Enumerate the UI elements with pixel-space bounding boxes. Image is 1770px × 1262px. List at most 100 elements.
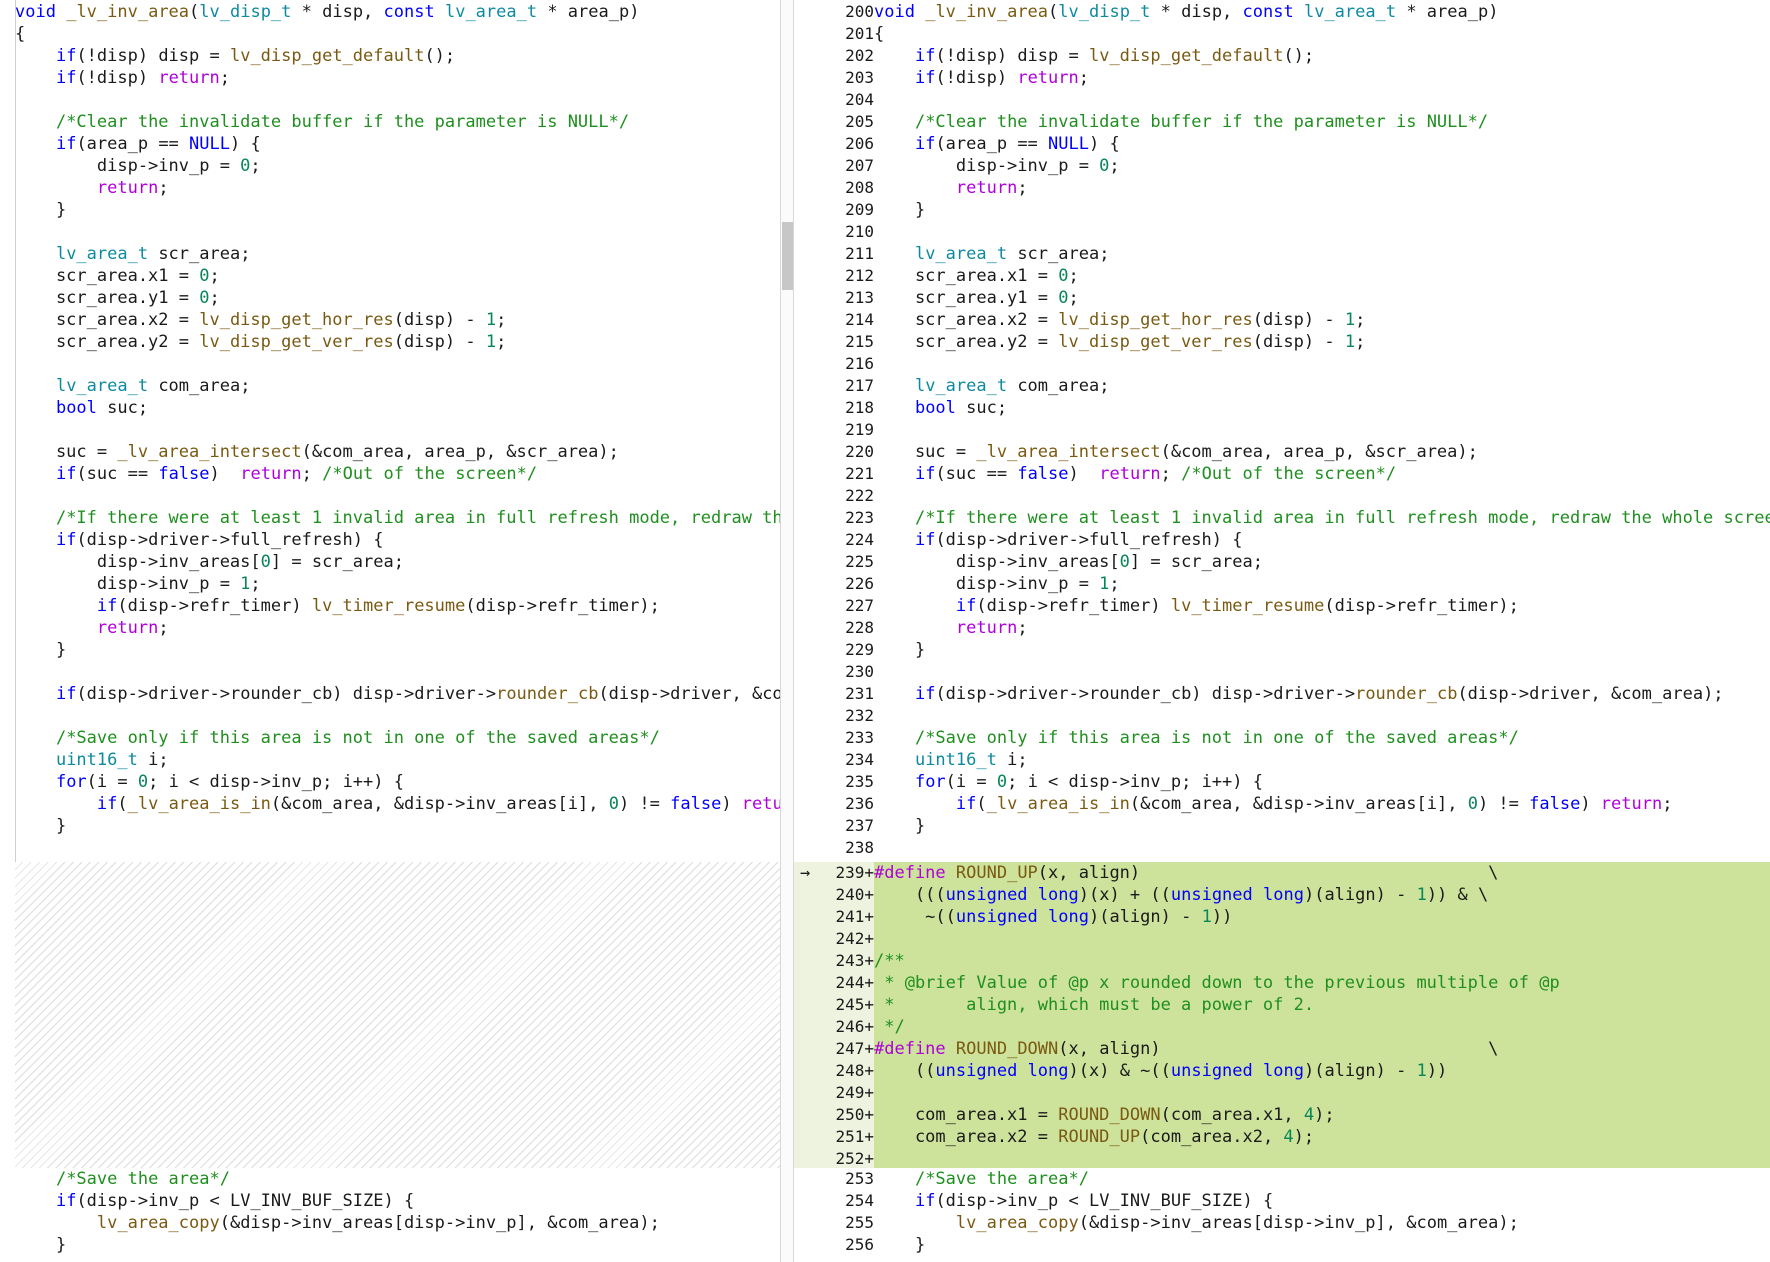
code-line[interactable] bbox=[0, 661, 780, 683]
added-code-line[interactable]: 251+ com_area.x2 = ROUND_UP(com_area.x2,… bbox=[794, 1126, 1770, 1148]
code-line[interactable]: 237 } bbox=[794, 815, 1770, 837]
code-line[interactable] bbox=[0, 353, 780, 375]
code-line[interactable]: 227 if(disp->refr_timer) lv_timer_resume… bbox=[794, 595, 1770, 617]
code-line[interactable]: if(area_p == NULL) { bbox=[0, 133, 780, 155]
code-line[interactable]: 232 bbox=[794, 705, 1770, 727]
code-line[interactable]: disp->inv_areas[0] = scr_area; bbox=[0, 551, 780, 573]
code-line[interactable]: 218 bool suc; bbox=[794, 397, 1770, 419]
code-line[interactable]: 217 lv_area_t com_area; bbox=[794, 375, 1770, 397]
code-line[interactable]: 213 scr_area.y1 = 0; bbox=[794, 287, 1770, 309]
code-line[interactable]: 205 /*Clear the invalidate buffer if the… bbox=[794, 111, 1770, 133]
code-line[interactable]: 214 scr_area.x2 = lv_disp_get_hor_res(di… bbox=[794, 309, 1770, 331]
code-line[interactable] bbox=[0, 485, 780, 507]
code-line[interactable]: 224 if(disp->driver->full_refresh) { bbox=[794, 529, 1770, 551]
code-line[interactable]: 220 suc = _lv_area_intersect(&com_area, … bbox=[794, 441, 1770, 463]
code-line[interactable]: return; bbox=[0, 617, 780, 639]
code-line[interactable] bbox=[0, 419, 780, 441]
code-line[interactable]: void _lv_inv_area(lv_disp_t * disp, cons… bbox=[0, 1, 780, 23]
code-line[interactable]: /*Clear the invalidate buffer if the par… bbox=[0, 111, 780, 133]
added-code-line[interactable]: 242+ bbox=[794, 928, 1770, 950]
code-line[interactable]: if(!disp) disp = lv_disp_get_default(); bbox=[0, 45, 780, 67]
added-code-line[interactable]: 247+ #define ROUND_DOWN(x, align) \ bbox=[794, 1038, 1770, 1060]
code-line[interactable] bbox=[0, 837, 780, 859]
left-diff-pane[interactable]: void _lv_inv_area(lv_disp_t * disp, cons… bbox=[0, 0, 780, 1262]
code-line[interactable]: 212 scr_area.x1 = 0; bbox=[794, 265, 1770, 287]
code-line[interactable]: return; bbox=[0, 177, 780, 199]
code-line[interactable]: scr_area.y1 = 0; bbox=[0, 287, 780, 309]
code-line[interactable]: scr_area.x1 = 0; bbox=[0, 265, 780, 287]
pane-splitter[interactable] bbox=[780, 0, 794, 1262]
code-line[interactable]: } bbox=[0, 199, 780, 221]
code-line[interactable]: 225 disp->inv_areas[0] = scr_area; bbox=[794, 551, 1770, 573]
code-line[interactable]: if(disp->driver->full_refresh) { bbox=[0, 529, 780, 551]
added-code-line[interactable]: 252+ bbox=[794, 1148, 1770, 1170]
code-line[interactable]: 207 disp->inv_p = 0; bbox=[794, 155, 1770, 177]
code-line[interactable]: 215 scr_area.y2 = lv_disp_get_ver_res(di… bbox=[794, 331, 1770, 353]
code-line[interactable]: 226 disp->inv_p = 1; bbox=[794, 573, 1770, 595]
right-diff-pane[interactable]: 200 void _lv_inv_area(lv_disp_t * disp, c… bbox=[794, 0, 1770, 1262]
code-line[interactable]: 216 bbox=[794, 353, 1770, 375]
code-line[interactable]: for(i = 0; i < disp->inv_p; i++) { bbox=[0, 771, 780, 793]
added-code-line[interactable]: 245+ * align, which must be a power of 2… bbox=[794, 994, 1770, 1016]
code-line[interactable]: 206 if(area_p == NULL) { bbox=[794, 133, 1770, 155]
code-line[interactable]: scr_area.x2 = lv_disp_get_hor_res(disp) … bbox=[0, 309, 780, 331]
code-line[interactable]: } bbox=[0, 639, 780, 661]
added-code-line[interactable]: 250+ com_area.x1 = ROUND_DOWN(com_area.x… bbox=[794, 1104, 1770, 1126]
code-line[interactable] bbox=[0, 89, 780, 111]
code-line[interactable]: lv_area_t scr_area; bbox=[0, 243, 780, 265]
code-line[interactable]: 221 if(suc == false) return; /*Out of th… bbox=[794, 463, 1770, 485]
code-line[interactable]: 231 if(disp->driver->rounder_cb) disp->d… bbox=[794, 683, 1770, 705]
code-line[interactable]: 202 if(!disp) disp = lv_disp_get_default… bbox=[794, 45, 1770, 67]
code-line[interactable]: 254 if(disp->inv_p < LV_INV_BUF_SIZE) { bbox=[794, 1190, 1770, 1212]
code-line[interactable]: { bbox=[0, 23, 780, 45]
code-line[interactable]: 255 lv_area_copy(&disp->inv_areas[disp->… bbox=[794, 1212, 1770, 1234]
added-code-line[interactable]: 243+/** bbox=[794, 950, 1770, 972]
code-line[interactable]: } bbox=[0, 1234, 780, 1256]
added-code-line[interactable]: 249+ bbox=[794, 1082, 1770, 1104]
code-line[interactable]: 229 } bbox=[794, 639, 1770, 661]
code-line[interactable]: 204 bbox=[794, 89, 1770, 111]
code-line[interactable]: 211 lv_area_t scr_area; bbox=[794, 243, 1770, 265]
added-code-line[interactable]: 241+ ~((unsigned long)(align) - 1)) bbox=[794, 906, 1770, 928]
code-line[interactable]: disp->inv_p = 1; bbox=[0, 573, 780, 595]
added-code-line[interactable]: 244+ * @brief Value of @p x rounded down… bbox=[794, 972, 1770, 994]
code-line[interactable]: 209 } bbox=[794, 199, 1770, 221]
code-line[interactable]: 223 /*If there were at least 1 invalid a… bbox=[794, 507, 1770, 529]
code-line[interactable]: 200 void _lv_inv_area(lv_disp_t * disp, c… bbox=[794, 1, 1770, 23]
code-line[interactable]: 222 bbox=[794, 485, 1770, 507]
code-line[interactable]: if(disp->refr_timer) lv_timer_resume(dis… bbox=[0, 595, 780, 617]
code-line[interactable]: suc = _lv_area_intersect(&com_area, area… bbox=[0, 441, 780, 463]
code-line[interactable]: if(disp->driver->rounder_cb) disp->drive… bbox=[0, 683, 780, 705]
code-line[interactable]: 203 if(!disp) return; bbox=[794, 67, 1770, 89]
scrollbar-thumb[interactable] bbox=[782, 222, 793, 290]
code-line[interactable]: 234 uint16_t i; bbox=[794, 749, 1770, 771]
code-line[interactable]: /*Save only if this area is not in one o… bbox=[0, 727, 780, 749]
code-line[interactable]: 236 if(_lv_area_is_in(&com_area, &disp->… bbox=[794, 793, 1770, 815]
code-line[interactable]: 233 /*Save only if this area is not in o… bbox=[794, 727, 1770, 749]
code-line[interactable]: if(_lv_area_is_in(&com_area, &disp->inv_… bbox=[0, 793, 780, 815]
added-code-line[interactable]: 240+ (((unsigned long)(x) + ((unsigned l… bbox=[794, 884, 1770, 906]
code-line[interactable]: if(suc == false) return; /*Out of the sc… bbox=[0, 463, 780, 485]
code-line[interactable]: scr_area.y2 = lv_disp_get_ver_res(disp) … bbox=[0, 331, 780, 353]
code-line[interactable]: /*If there were at least 1 invalid area … bbox=[0, 507, 780, 529]
code-line[interactable]: 201{ bbox=[794, 23, 1770, 45]
code-line[interactable]: lv_area_copy(&disp->inv_areas[disp->inv_… bbox=[0, 1212, 780, 1234]
code-line[interactable]: if(!disp) return; bbox=[0, 67, 780, 89]
code-line[interactable]: 230 bbox=[794, 661, 1770, 683]
code-line[interactable]: 253 /*Save the area*/ bbox=[794, 1168, 1770, 1190]
code-line[interactable]: disp->inv_p = 0; bbox=[0, 155, 780, 177]
code-line[interactable]: } bbox=[0, 815, 780, 837]
code-line[interactable]: 256 } bbox=[794, 1234, 1770, 1256]
code-line[interactable]: if(disp->inv_p < LV_INV_BUF_SIZE) { bbox=[0, 1190, 780, 1212]
code-line[interactable] bbox=[0, 221, 780, 243]
code-line[interactable]: 235 for(i = 0; i < disp->inv_p; i++) { bbox=[794, 771, 1770, 793]
added-code-line[interactable]: 246+ */ bbox=[794, 1016, 1770, 1038]
code-line[interactable] bbox=[0, 705, 780, 727]
code-line[interactable]: uint16_t i; bbox=[0, 749, 780, 771]
code-line[interactable]: 219 bbox=[794, 419, 1770, 441]
code-line[interactable]: 238 bbox=[794, 837, 1770, 859]
added-code-line[interactable]: 239+ #define ROUND_UP(x, align) \ → bbox=[794, 862, 1770, 884]
code-line[interactable]: lv_area_t com_area; bbox=[0, 375, 780, 397]
code-line[interactable]: /*Save the area*/ bbox=[0, 1168, 780, 1190]
code-line[interactable]: 210 bbox=[794, 221, 1770, 243]
